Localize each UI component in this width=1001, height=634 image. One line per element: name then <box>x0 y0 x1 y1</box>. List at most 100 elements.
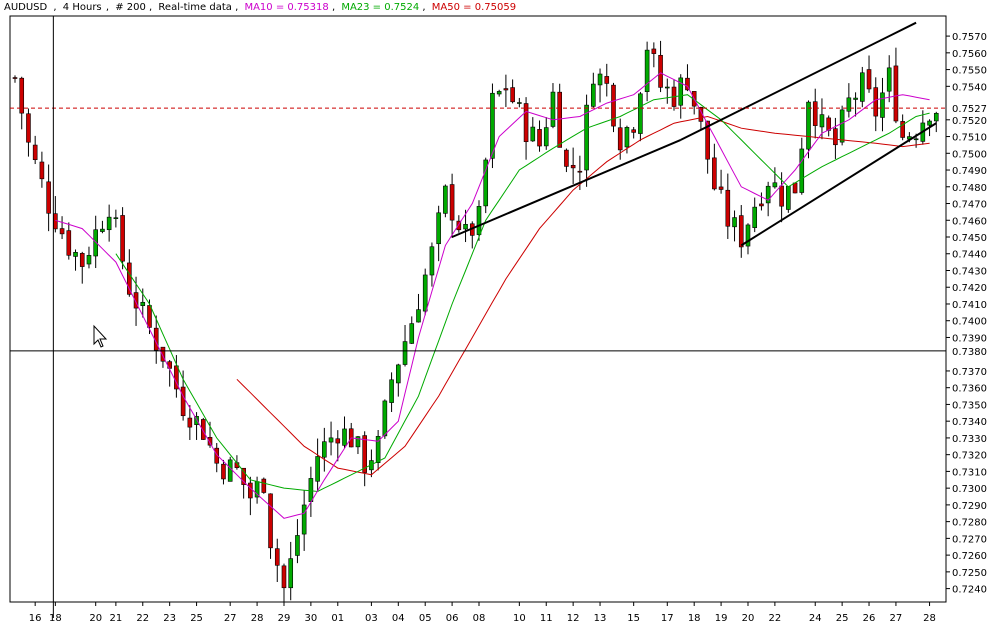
candle-body <box>248 482 253 499</box>
x-tick-label: 01 <box>331 613 344 624</box>
candle-body <box>328 437 334 443</box>
x-tick-label: 19 <box>715 613 728 624</box>
x-tick-label: 22 <box>769 613 782 624</box>
candle-body <box>66 230 72 256</box>
candle-body <box>396 364 401 384</box>
candle-body <box>510 87 515 103</box>
candle[interactable] <box>443 184 448 218</box>
candle-body <box>409 323 415 344</box>
x-tick-label: 27 <box>224 613 237 624</box>
candle-body <box>227 459 233 482</box>
candle-body <box>819 114 825 128</box>
candle-body <box>463 224 468 230</box>
candle-body <box>638 93 643 134</box>
candle-body <box>584 104 589 171</box>
y-tick-label: 0.7570 <box>952 32 987 43</box>
candle-body <box>570 164 576 169</box>
candle-body <box>100 228 105 232</box>
candle[interactable] <box>261 477 267 494</box>
candle[interactable] <box>120 207 125 270</box>
header-feed: Real-time data <box>158 2 231 13</box>
x-tick-label: 06 <box>446 613 459 624</box>
y-tick-label: 0.7470 <box>952 200 987 211</box>
candle-body <box>564 149 569 167</box>
header-ma23: MA23 = 0.7524 <box>341 2 419 13</box>
y-tick-label: 0.7370 <box>952 367 987 378</box>
y-tick-label: 0.7300 <box>952 484 987 495</box>
price-level-label: 0.7527 <box>952 104 987 115</box>
crosshair-price-label: 0.7380 <box>952 347 987 358</box>
candle-body <box>449 184 455 221</box>
candle-body <box>416 309 421 323</box>
candle-body <box>476 206 482 235</box>
y-tick-label: 0.7510 <box>952 133 987 144</box>
x-tick-label: 24 <box>809 613 822 624</box>
candle-body <box>281 565 287 589</box>
candle-body <box>429 246 435 276</box>
y-tick-label: 0.7270 <box>952 534 987 545</box>
y-tick-label: 0.7360 <box>952 384 987 395</box>
x-tick-label: 18 <box>688 613 701 624</box>
candle-body <box>422 274 428 312</box>
candle-body <box>873 87 879 117</box>
candle-body <box>12 77 18 79</box>
price-chart[interactable]: AUDUSD , 4 Hours , # 200 , Real-time dat… <box>0 0 1001 630</box>
candle-body <box>46 181 51 214</box>
candle-body <box>591 83 596 107</box>
candle-body <box>268 493 273 549</box>
y-tick-label: 0.7480 <box>952 183 987 194</box>
candle-body <box>523 103 529 143</box>
header-ma10: MA10 = 0.75318 <box>244 2 328 13</box>
y-tick-label: 0.7520 <box>952 116 987 127</box>
y-tick-label: 0.7390 <box>952 333 987 344</box>
candle-body <box>839 109 845 143</box>
x-tick-label: 26 <box>863 613 876 624</box>
candle-body <box>86 255 92 265</box>
x-tick-label: 12 <box>567 613 580 624</box>
candle-body <box>517 102 522 104</box>
candle-body <box>537 129 542 147</box>
candle-body <box>718 186 724 190</box>
x-tick-label: 16 <box>29 613 42 624</box>
candle[interactable] <box>557 83 562 148</box>
candle-body <box>530 126 536 142</box>
candle-body <box>335 438 341 444</box>
y-tick-label: 0.7290 <box>952 501 987 512</box>
candle-body <box>826 117 831 131</box>
candle[interactable] <box>860 66 865 108</box>
x-tick-label: 20 <box>89 613 102 624</box>
candle-body <box>436 212 441 245</box>
candle-body <box>779 185 784 207</box>
candle[interactable] <box>611 82 616 133</box>
candle-body <box>833 128 838 146</box>
y-tick-label: 0.7420 <box>952 283 987 294</box>
candle-body <box>120 215 125 262</box>
candle-body <box>893 65 899 122</box>
candle-body <box>880 92 885 118</box>
candle-body <box>187 417 193 428</box>
candle-body <box>712 157 717 190</box>
candle-body <box>577 170 583 173</box>
candle-body <box>32 144 38 161</box>
candle-body <box>792 182 798 194</box>
candle-body <box>113 217 119 220</box>
candle[interactable] <box>638 91 643 142</box>
candle-body <box>846 97 852 112</box>
candle-body <box>631 129 636 133</box>
candle-body <box>651 48 657 54</box>
candle[interactable] <box>792 182 798 194</box>
x-tick-label: 25 <box>836 613 849 624</box>
x-tick-label: 03 <box>365 613 378 624</box>
candle-body <box>496 91 502 95</box>
y-tick-label: 0.7260 <box>952 551 987 562</box>
candle-body <box>106 216 112 231</box>
candle-body <box>543 127 549 147</box>
candle-body <box>140 301 146 306</box>
candle-body <box>274 548 280 566</box>
candle[interactable] <box>786 185 791 213</box>
candle-body <box>772 182 778 188</box>
x-tick-label: 25 <box>190 613 203 624</box>
y-tick-label: 0.7320 <box>952 451 987 462</box>
chart-container[interactable]: AUDUSD , 4 Hours , # 200 , Real-time dat… <box>0 0 1001 630</box>
candle-body <box>315 456 320 482</box>
